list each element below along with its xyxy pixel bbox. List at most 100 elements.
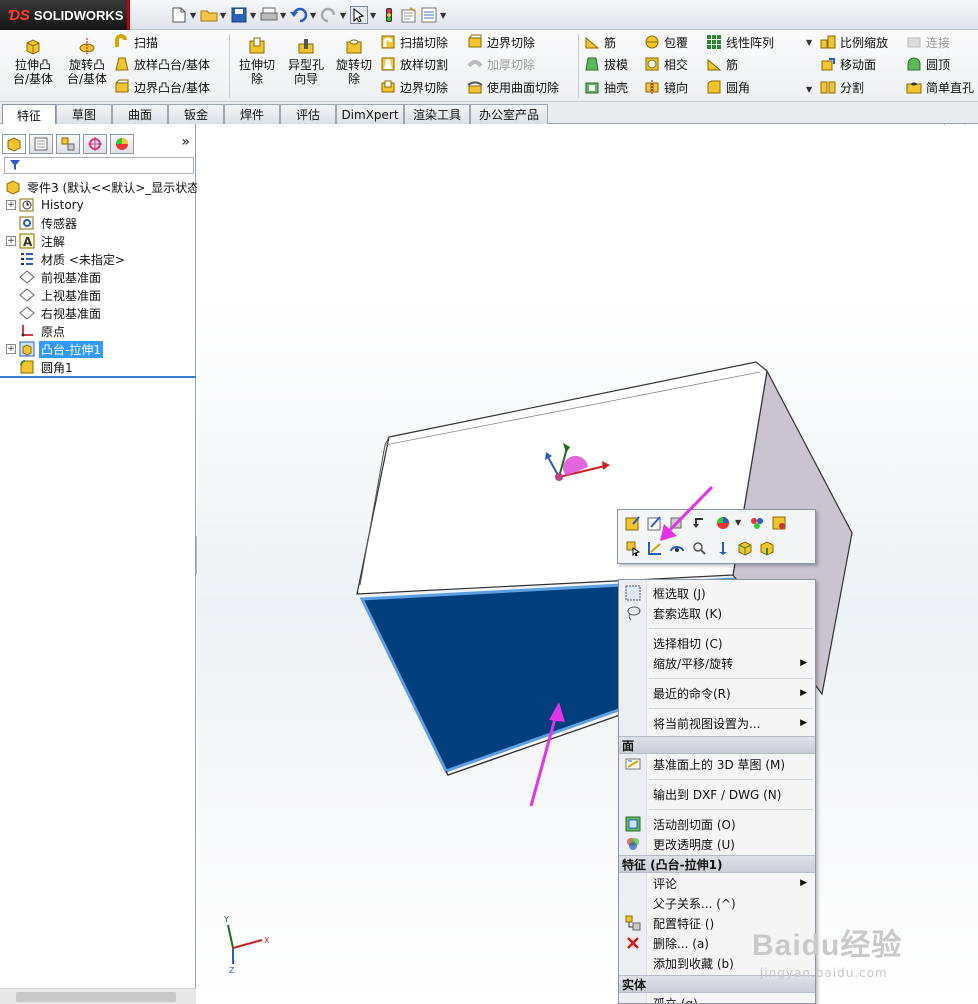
revolve-cut-button[interactable]: 旋转切 除 <box>332 36 376 86</box>
menu-item-3d-sketch-on-plane[interactable]: 基准面上的 3D 草图 (M) <box>619 754 815 774</box>
hole-wizard-button[interactable]: 异型孔 向导 <box>284 36 328 86</box>
file-properties-icon[interactable] <box>400 6 418 24</box>
print-icon[interactable] <box>260 6 278 24</box>
undo-icon[interactable] <box>290 6 308 24</box>
save-icon[interactable] <box>230 6 248 24</box>
tab-features[interactable]: 特征 <box>2 104 56 125</box>
property-manager-tab[interactable] <box>29 134 53 154</box>
expand-plus-icon[interactable]: + <box>6 236 16 246</box>
rollback-bar[interactable] <box>0 376 196 378</box>
tree-item-boss-extrude1[interactable]: + 凸台-拉伸1 <box>0 340 196 358</box>
view-selector-icon[interactable] <box>668 539 686 557</box>
zoom-to-selection-icon[interactable] <box>690 539 708 557</box>
tree-item-top-plane[interactable]: 上视基准面 <box>0 286 196 304</box>
options-icon[interactable] <box>420 6 438 24</box>
chevron-down-icon[interactable]: ▼ <box>280 11 288 20</box>
simple-hole-button[interactable]: 简单直孔 <box>906 77 974 97</box>
menu-item-export-dxf-dwg[interactable]: 输出到 DXF / DWG (N) <box>619 784 815 804</box>
extrude-cut-button[interactable]: 拉伸切 除 <box>234 36 280 86</box>
fillet-button[interactable]: 圆角 <box>706 77 750 97</box>
tab-evaluate[interactable]: 评估 <box>280 104 336 124</box>
select-other-icon[interactable] <box>624 539 642 557</box>
appearance-icon[interactable] <box>714 514 732 532</box>
expand-plus-icon[interactable]: + <box>6 344 16 354</box>
chevron-down-icon[interactable]: ▼ <box>250 11 258 20</box>
insert-part-icon[interactable] <box>736 539 754 557</box>
tree-item-origin[interactable]: 原点 <box>0 322 196 340</box>
intersect-button[interactable]: 相交 <box>644 54 688 74</box>
dimxpert-manager-tab[interactable] <box>83 134 107 154</box>
select-cursor-icon[interactable] <box>350 6 368 24</box>
tree-root-part[interactable]: 零件3 (默认<<默认>_显示状态 <box>0 178 199 196</box>
tree-item-sensors[interactable]: 传感器 <box>0 214 196 232</box>
chevron-down-icon[interactable]: ▼ <box>806 85 812 94</box>
menu-item-parent-child[interactable]: 父子关系... (^) <box>619 893 815 913</box>
chevron-down-icon[interactable]: ▼ <box>370 11 378 20</box>
draft-button[interactable]: 拔模 <box>584 54 628 74</box>
rollback-arrow-icon[interactable] <box>690 514 708 532</box>
tab-office-products[interactable]: 办公室产品 <box>470 104 548 124</box>
tree-item-right-plane[interactable]: 右视基准面 <box>0 304 196 322</box>
new-document-icon[interactable] <box>170 6 188 24</box>
scale-button[interactable]: 比例缩放 <box>820 32 888 52</box>
chevron-down-icon[interactable]: ▼ <box>440 11 448 20</box>
tab-render-tools[interactable]: 渲染工具 <box>404 104 470 124</box>
horizontal-scrollbar[interactable] <box>0 988 196 1004</box>
configuration-manager-tab[interactable] <box>56 134 80 154</box>
menu-item-zoom-pan-rotate[interactable]: 缩放/平移/旋转 ▶ <box>619 653 815 673</box>
tree-item-history[interactable]: + History <box>0 196 196 214</box>
tab-dimxpert[interactable]: DimXpert <box>336 104 404 124</box>
split-button[interactable]: 分割 <box>820 77 864 97</box>
display-manager-tab[interactable] <box>110 134 134 154</box>
menu-item-change-transparency[interactable]: 更改透明度 (U) <box>619 834 815 854</box>
chevron-down-icon[interactable]: ▼ <box>735 518 741 527</box>
chevron-down-icon[interactable]: ▼ <box>190 11 198 20</box>
shell-button[interactable]: 抽壳 <box>584 77 628 97</box>
loft-boss-button[interactable]: 放样凸台/基体 <box>114 54 210 74</box>
boundary-boss-button[interactable]: 边界凸台/基体 <box>114 77 210 97</box>
scrollbar-thumb[interactable] <box>16 992 176 1002</box>
solidworks-logo[interactable]: ƊS SOLIDWORKS <box>0 0 130 30</box>
menu-item-comment[interactable]: 评论 ▶ <box>619 873 815 893</box>
more-tabs-icon[interactable]: » <box>181 134 190 150</box>
boundary-cut-2-button[interactable]: 边界切除 <box>467 32 535 52</box>
menu-item-set-current-view[interactable]: 将当前视图设置为... ▶ <box>619 713 815 733</box>
rebuild-traffic-light-icon[interactable] <box>380 6 398 24</box>
expand-plus-icon[interactable]: + <box>6 200 16 210</box>
menu-arrow-icon[interactable] <box>127 0 130 30</box>
configuration-icon[interactable] <box>770 514 788 532</box>
tab-sheet-metal[interactable]: 钣金 <box>168 104 224 124</box>
parent-child-icon[interactable] <box>758 539 776 557</box>
chevron-down-icon[interactable]: ▼ <box>220 11 228 20</box>
mirror-button[interactable]: 镜向 <box>644 77 688 97</box>
menu-item-isolate[interactable]: 孤立 (q) <box>619 993 815 1004</box>
hide-icon[interactable] <box>668 514 686 532</box>
move-face-button[interactable]: 移动面 <box>820 54 876 74</box>
open-folder-icon[interactable] <box>200 6 218 24</box>
menu-item-select-tangency[interactable]: 选择相切 (C) <box>619 633 815 653</box>
edit-sketch-icon[interactable] <box>646 514 664 532</box>
display-states-icon[interactable] <box>748 514 766 532</box>
dome-button[interactable]: 圆顶 <box>906 54 950 74</box>
chevron-down-icon[interactable]: ▼ <box>806 38 812 47</box>
tab-weldments[interactable]: 焊件 <box>224 104 280 124</box>
graphics-viewport[interactable]: Y X Z <box>197 124 978 1004</box>
linear-pattern-button[interactable]: 线性阵列 <box>706 32 774 52</box>
tree-filter-input[interactable] <box>4 157 194 174</box>
menu-item-live-section-plane[interactable]: 活动剖切面 (O) <box>619 814 815 834</box>
sweep-button[interactable]: 扫描 <box>114 32 158 52</box>
normal-to-icon[interactable] <box>714 539 732 557</box>
tree-item-material[interactable]: 材质 <未指定> <box>0 250 196 268</box>
tab-surfaces[interactable]: 曲面 <box>112 104 168 124</box>
wrap-button[interactable]: 包覆 <box>644 32 688 52</box>
menu-item-box-select[interactable]: 框选取 (J) <box>619 583 815 603</box>
tree-item-front-plane[interactable]: 前视基准面 <box>0 268 196 286</box>
rib-2-button[interactable]: 筋 <box>706 54 738 74</box>
tree-item-annotations[interactable]: + A 注解 <box>0 232 196 250</box>
tree-item-fillet1[interactable]: 圆角1 <box>0 358 196 376</box>
chevron-down-icon[interactable]: ▼ <box>310 11 318 20</box>
feature-tree-tab[interactable] <box>2 134 26 154</box>
swept-cut-button[interactable]: 扫描切除 <box>380 32 448 52</box>
surface-cut-button[interactable]: 使用曲面切除 <box>467 77 559 97</box>
sketch-3d-on-plane-icon[interactable] <box>646 539 664 557</box>
